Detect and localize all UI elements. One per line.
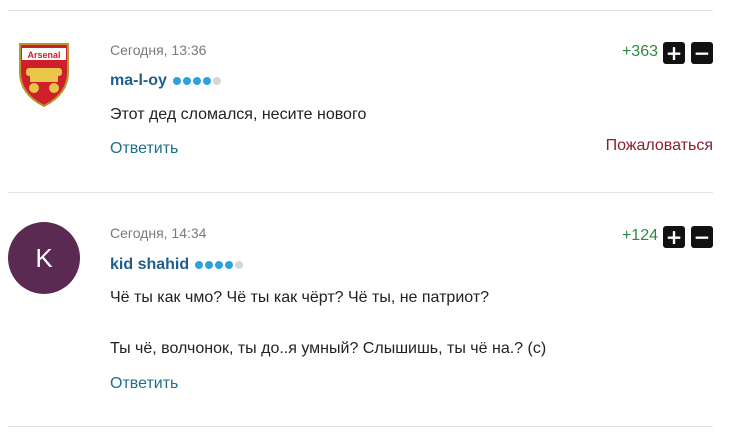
comment-item: K Сегодня, 14:34 kid shahid Чё ты как чм…	[0, 192, 730, 422]
rating-dot	[192, 77, 201, 85]
downvote-button[interactable]: −	[691, 226, 713, 248]
arsenal-logo-icon: Arsenal	[19, 43, 69, 108]
comment-text: Чё ты как чмо? Чё ты как чёрт? Чё ты, не…	[110, 289, 490, 306]
reply-link[interactable]: Ответить	[110, 375, 178, 393]
comment-text: Ты чё, волчонок, ты до..я умный? Слышишь…	[110, 340, 547, 357]
rating-dot	[172, 77, 181, 85]
rating-dot	[195, 261, 204, 269]
author-name[interactable]: kid shahid	[110, 256, 189, 274]
rating-dot	[215, 261, 224, 269]
avatar-letter: K	[35, 242, 53, 273]
rating-dots	[195, 261, 244, 269]
rating-dot	[202, 77, 211, 85]
svg-text:Arsenal: Arsenal	[27, 50, 60, 60]
rating-dot	[235, 261, 244, 269]
report-link[interactable]: Пожаловаться	[606, 137, 713, 155]
comment-item: Arsenal Сегодня, 13:36 ma-l-oy Этот дед …	[0, 0, 730, 192]
comment-text: Этот дед сломался, несите нового	[110, 106, 367, 123]
rating-dot	[225, 261, 234, 269]
comment-author[interactable]: ma-l-oy	[110, 72, 221, 90]
reply-link[interactable]: Ответить	[110, 140, 178, 158]
comment-score: +363	[621, 43, 658, 60]
comment-author[interactable]: kid shahid	[110, 256, 244, 274]
upvote-button[interactable]: +	[663, 42, 685, 64]
rating-dot	[205, 261, 214, 269]
comment-date: Сегодня, 14:34	[110, 225, 207, 241]
bottom-divider	[8, 426, 713, 427]
rating-dot	[182, 77, 191, 85]
comment-date: Сегодня, 13:36	[110, 42, 207, 58]
comment-score: +124	[621, 227, 658, 244]
author-name[interactable]: ma-l-oy	[110, 72, 167, 90]
rating-dot	[212, 77, 221, 85]
avatar[interactable]: Arsenal	[8, 38, 80, 110]
rating-dots	[172, 77, 221, 85]
upvote-button[interactable]: +	[663, 226, 685, 248]
avatar[interactable]: K	[8, 222, 80, 294]
downvote-button[interactable]: −	[691, 42, 713, 64]
